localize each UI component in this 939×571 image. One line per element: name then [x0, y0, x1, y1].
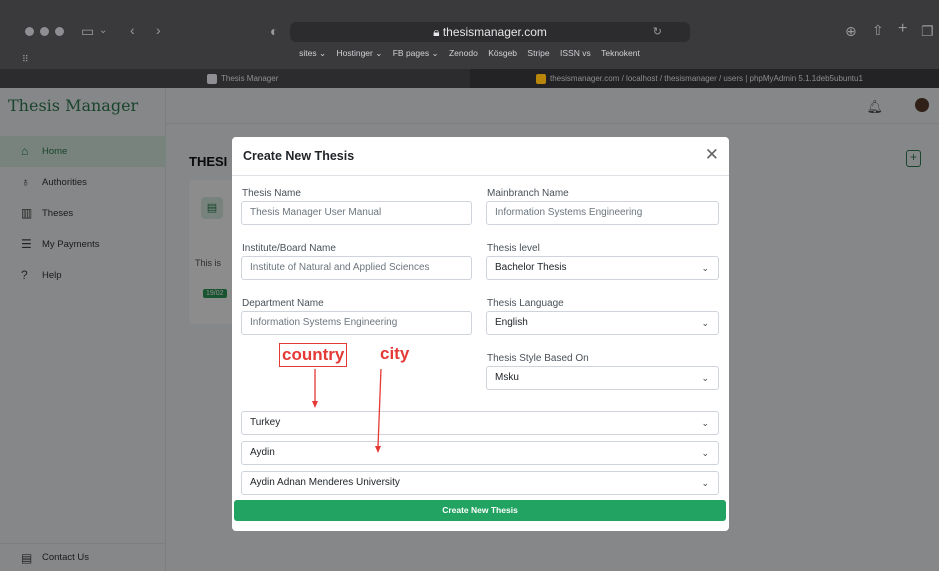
- annotation-arrow-country: [312, 369, 318, 408]
- annotation-arrow-city: [375, 368, 382, 453]
- annotation-arrows: [312, 368, 382, 453]
